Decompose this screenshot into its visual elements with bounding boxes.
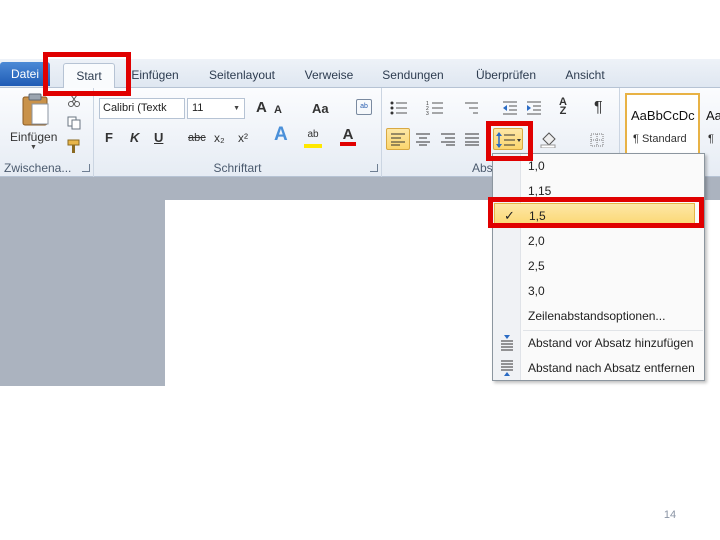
paste-label: Einfügen: [10, 130, 58, 144]
increase-indent-icon[interactable]: [526, 100, 542, 116]
bold-button[interactable]: F: [105, 129, 113, 147]
numbering-icon[interactable]: 1 2 3: [426, 100, 444, 116]
bullets-icon[interactable]: [390, 100, 408, 116]
format-painter-icon[interactable]: [66, 138, 82, 154]
align-left-button[interactable]: [386, 128, 410, 150]
change-case-button[interactable]: Aa: [312, 100, 329, 118]
italic-button[interactable]: K: [130, 129, 139, 147]
tab-sendungen[interactable]: Sendungen: [376, 63, 450, 88]
menu-item-label: 3,0: [528, 284, 545, 298]
font-group: Calibri (Textk 11 ▼ A A Aa ab F K U abc …: [94, 88, 382, 177]
menu-item-spacing-2-0[interactable]: 2,0: [493, 229, 704, 254]
tab-einfuegen[interactable]: Einfügen: [128, 63, 182, 88]
font-group-label: Schriftart: [213, 161, 262, 175]
clipboard-icon: [22, 93, 49, 126]
svg-text:3: 3: [426, 111, 429, 116]
grow-font-button[interactable]: A: [256, 99, 267, 117]
menu-item-spacing-3-0[interactable]: 3,0: [493, 279, 704, 304]
font-launcher-icon[interactable]: [370, 164, 378, 172]
multilevel-list-icon[interactable]: [461, 100, 479, 116]
clipboard-group: Einfügen ▼ Zwischena...: [0, 88, 94, 177]
menu-item-label: 2,5: [528, 259, 545, 273]
menu-item-label: 1,0: [528, 159, 545, 173]
style-standard[interactable]: AaBbCcDc ¶ Standard: [625, 93, 700, 155]
font-size-combobox[interactable]: 11 ▼: [187, 98, 245, 119]
tab-verweise[interactable]: Verweise: [300, 63, 358, 88]
slide-page-number: 14: [663, 509, 677, 521]
highlight-line-spacing-button: [486, 121, 533, 161]
menu-item-label: 1,15: [528, 184, 552, 198]
decrease-indent-icon[interactable]: [502, 100, 518, 116]
align-right-icon[interactable]: [440, 132, 456, 146]
space-after-icon: [501, 360, 513, 376]
menu-item-label: Zeilenabstandsoptionen...: [528, 309, 666, 323]
tab-seitenlayout[interactable]: Seitenlayout: [202, 63, 282, 88]
tab-ansicht[interactable]: Ansicht: [560, 63, 610, 88]
highlight-start-tab: [43, 52, 131, 96]
underline-button[interactable]: U: [154, 129, 163, 147]
show-formatting-marks-icon[interactable]: ¶: [594, 99, 603, 117]
style-next-sample: Aa: [706, 108, 720, 123]
menu-item-spacing-2-5[interactable]: 2,5: [493, 254, 704, 279]
justify-icon[interactable]: [464, 132, 480, 146]
clipboard-launcher-icon[interactable]: [82, 164, 90, 172]
cut-icon[interactable]: [67, 94, 81, 108]
sort-icon[interactable]: AZ: [556, 97, 570, 117]
font-color-icon[interactable]: A: [340, 126, 356, 146]
paste-dropdown-arrow[interactable]: ▼: [30, 144, 37, 151]
line-spacing-menu: 1,0 1,15 ✓ 1,5 2,0 2,5 3,0 Zeilenabstand…: [492, 153, 705, 381]
strikethrough-button[interactable]: abc: [188, 129, 206, 147]
menu-item-label: Abstand vor Absatz hinzufügen: [528, 336, 694, 350]
align-center-icon[interactable]: [415, 132, 431, 146]
style-standard-label: ¶ Standard: [633, 133, 687, 145]
menu-item-label: 2,0: [528, 234, 545, 248]
copy-icon[interactable]: [67, 116, 81, 130]
style-next[interactable]: Aa ¶: [702, 93, 720, 155]
font-name-value: Calibri (Textk: [103, 102, 167, 114]
space-before-icon: [501, 335, 513, 351]
menu-item-label: Abstand nach Absatz entfernen: [528, 361, 695, 375]
shrink-font-button[interactable]: A: [274, 101, 282, 119]
style-next-label: ¶: [708, 133, 714, 145]
superscript-button[interactable]: x²: [238, 129, 248, 147]
shading-icon[interactable]: [540, 130, 558, 148]
font-size-dropdown-arrow[interactable]: ▼: [233, 105, 240, 112]
clear-formatting-icon[interactable]: ab: [356, 99, 372, 115]
highlight-color-icon[interactable]: ab: [304, 126, 322, 148]
paste-button[interactable]: Einfügen ▼: [4, 90, 62, 151]
font-name-combobox[interactable]: Calibri (Textk: [99, 98, 185, 119]
menu-item-add-space-before[interactable]: Abstand vor Absatz hinzufügen: [493, 331, 704, 356]
menu-item-line-spacing-options[interactable]: Zeilenabstandsoptionen...: [493, 304, 704, 329]
subscript-button[interactable]: x₂: [214, 129, 225, 147]
borders-icon[interactable]: [590, 133, 604, 147]
font-size-value: 11: [192, 102, 204, 114]
align-left-icon: [391, 133, 405, 146]
highlight-spacing-1-5: [488, 197, 704, 228]
style-sample-text: AaBbCcDc: [631, 108, 695, 123]
tab-ueberpruefen[interactable]: Überprüfen: [468, 63, 544, 88]
text-effects-icon[interactable]: A: [274, 125, 288, 144]
menu-item-remove-space-after[interactable]: Abstand nach Absatz entfernen: [493, 356, 704, 381]
